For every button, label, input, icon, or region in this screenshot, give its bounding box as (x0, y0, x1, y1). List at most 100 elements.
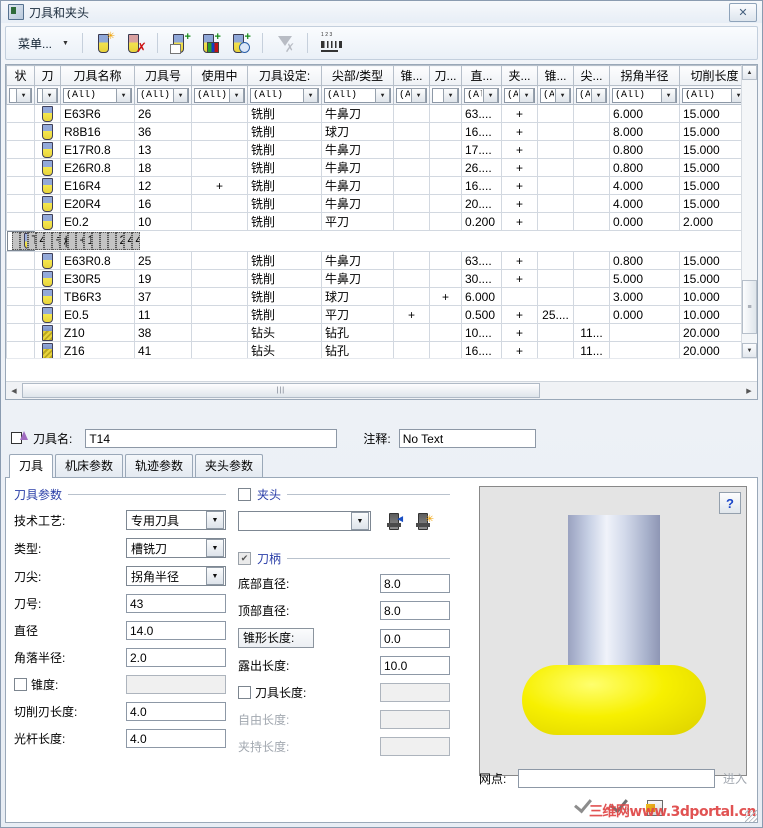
cell-tool2[interactable] (429, 104, 462, 123)
cell-status[interactable] (6, 194, 35, 213)
filter-dropdown[interactable]: (All)▼ (682, 87, 741, 103)
table-row[interactable]: TB6R337铣削球刀+6.0003.00010.00022.000 (6, 287, 741, 306)
cell-holder[interactable]: + (501, 104, 538, 123)
cell-taper[interactable] (67, 232, 76, 250)
vertical-scroll-thumb[interactable]: ≡ (742, 280, 757, 334)
column-header-cornerrad[interactable]: 拐角半径 (609, 65, 680, 86)
cell-tool2[interactable] (429, 122, 462, 141)
column-filter-tip2[interactable]: (All)▼ (573, 85, 610, 105)
filter-dropdown[interactable]: (All)▼ (396, 87, 427, 103)
cell-cornerrad[interactable]: 2.000 (115, 232, 124, 250)
cell-cornerrad[interactable]: 4.000 (609, 194, 680, 213)
cell-cornerrad[interactable] (609, 341, 680, 358)
column-filter-cornerrad[interactable]: (All) ▼ (609, 85, 680, 105)
cell-inuse[interactable] (191, 341, 248, 358)
cell-name[interactable]: Z16 (60, 341, 135, 358)
cell-taper[interactable] (393, 341, 430, 358)
cell-setting[interactable]: 铣削 (247, 140, 322, 159)
cell-tiptype[interactable]: 牛鼻刀 (321, 176, 394, 195)
cell-cornerrad[interactable]: 4.000 (609, 176, 680, 195)
cell-setting[interactable]: 钻头 (247, 323, 322, 342)
cell-tiptype[interactable]: 球刀 (321, 122, 394, 141)
cell-number[interactable]: 26 (134, 104, 192, 123)
cell-diameter[interactable]: 20.... (461, 194, 502, 213)
cell-name[interactable]: Z10 (60, 323, 135, 342)
cell-status[interactable] (6, 251, 35, 270)
tab-刀具[interactable]: 刀具 (9, 454, 54, 478)
cell-holder[interactable]: + (501, 323, 538, 342)
column-header-tiptype[interactable]: 尖部/类型 (321, 65, 394, 86)
cell-diameter[interactable]: 6.000 (461, 287, 502, 306)
column-header-status[interactable]: 状 (6, 65, 35, 86)
column-header-tip2[interactable]: 尖... (573, 65, 610, 86)
horizontal-scrollbar[interactable]: ◀ ||| ▶ (6, 381, 757, 399)
table-row[interactable]: T1443专用刀具槽铣刀+14....2.0004.0004.000 (6, 231, 140, 251)
cell-name[interactable]: E17R0.8 (60, 140, 135, 159)
vertical-scroll-track[interactable]: ≡ (742, 80, 757, 343)
cell-inuse[interactable] (191, 269, 248, 288)
cell-number[interactable]: 10 (134, 212, 192, 231)
comment-input[interactable]: No Text (398, 428, 536, 448)
filter-dropdown[interactable]: ▼ (9, 87, 32, 103)
column-filter-number[interactable]: (All) ▼ (134, 85, 192, 105)
filter-dropdown[interactable]: (All)▼ (250, 87, 319, 103)
cell-tiptype[interactable]: 球刀 (321, 287, 394, 306)
cell-number[interactable]: 41 (134, 341, 192, 358)
corner-radius-field[interactable]: 2.0 (126, 648, 226, 667)
net-point-input[interactable] (518, 769, 715, 788)
cell-taper2[interactable] (537, 269, 574, 288)
taper-field-checkbox[interactable] (14, 678, 27, 691)
cell-tip2[interactable]: 11... (573, 341, 610, 358)
cell-diameter[interactable]: 26.... (461, 158, 502, 177)
cell-toolicon[interactable] (19, 232, 28, 250)
cell-taper2[interactable] (537, 158, 574, 177)
cell-tiptype[interactable]: 钻孔 (321, 341, 394, 358)
cell-cornerrad[interactable] (609, 323, 680, 342)
cell-taper[interactable] (393, 122, 430, 141)
cell-cutlen[interactable]: 15.000 (679, 158, 741, 177)
scroll-right-button[interactable]: ▶ (741, 383, 757, 398)
cell-cutlen[interactable]: 10.000 (679, 287, 741, 306)
cell-holder[interactable]: + (501, 140, 538, 159)
cell-name[interactable]: T14 (27, 232, 36, 250)
cell-number[interactable]: 19 (134, 269, 192, 288)
column-filter-tool2[interactable]: ▼ (429, 85, 462, 105)
filter-dropdown[interactable]: (All)▼ (137, 87, 189, 103)
horizontal-scroll-thumb[interactable]: ||| (22, 383, 540, 398)
cell-taper2[interactable] (537, 341, 574, 358)
column-filter-name[interactable]: (All) ▼ (60, 85, 135, 105)
horizontal-scroll-track[interactable]: ||| (22, 383, 741, 398)
cell-setting[interactable]: 铣削 (247, 176, 322, 195)
tool-length-field-checkbox[interactable] (238, 686, 251, 699)
cell-tip2[interactable] (573, 269, 610, 288)
cell-holder[interactable]: + (501, 341, 538, 358)
cutting-edge-length-field[interactable]: 4.0 (126, 702, 226, 721)
cell-taper2[interactable] (99, 232, 108, 250)
column-header-number[interactable]: 刀具号 (134, 65, 192, 86)
cell-cornerrad[interactable]: 0.800 (609, 140, 680, 159)
menu-button[interactable]: 菜单... ▼ (12, 33, 75, 54)
column-filter-toolicon[interactable]: ▼ (34, 85, 61, 105)
cell-tiptype[interactable]: 牛鼻刀 (321, 251, 394, 270)
cell-diameter[interactable]: 63.... (461, 251, 502, 270)
cell-holder[interactable]: + (501, 269, 538, 288)
cell-cutlen[interactable]: 15.000 (679, 194, 741, 213)
cell-status[interactable] (6, 269, 35, 288)
cell-status[interactable] (6, 212, 35, 231)
cell-taper[interactable] (393, 287, 430, 306)
cell-toolicon[interactable] (34, 158, 61, 177)
cell-taper2[interactable] (537, 122, 574, 141)
cell-tip2[interactable] (573, 251, 610, 270)
cell-holder[interactable]: + (501, 158, 538, 177)
cell-toolicon[interactable] (34, 269, 61, 288)
cell-setting[interactable]: 铣削 (247, 269, 322, 288)
tool-name-input[interactable]: T14 (85, 428, 338, 448)
add-tool-recent-button[interactable]: + (228, 31, 252, 55)
cell-inuse[interactable] (191, 104, 248, 123)
column-filter-tiptype[interactable]: (All) ▼ (321, 85, 394, 105)
cell-number[interactable]: 37 (134, 287, 192, 306)
enter-button[interactable]: 进入 (723, 770, 747, 787)
bottom-diameter-field[interactable]: 8.0 (380, 574, 450, 593)
cell-toolicon[interactable] (34, 323, 61, 342)
cell-cornerrad[interactable]: 5.000 (609, 269, 680, 288)
